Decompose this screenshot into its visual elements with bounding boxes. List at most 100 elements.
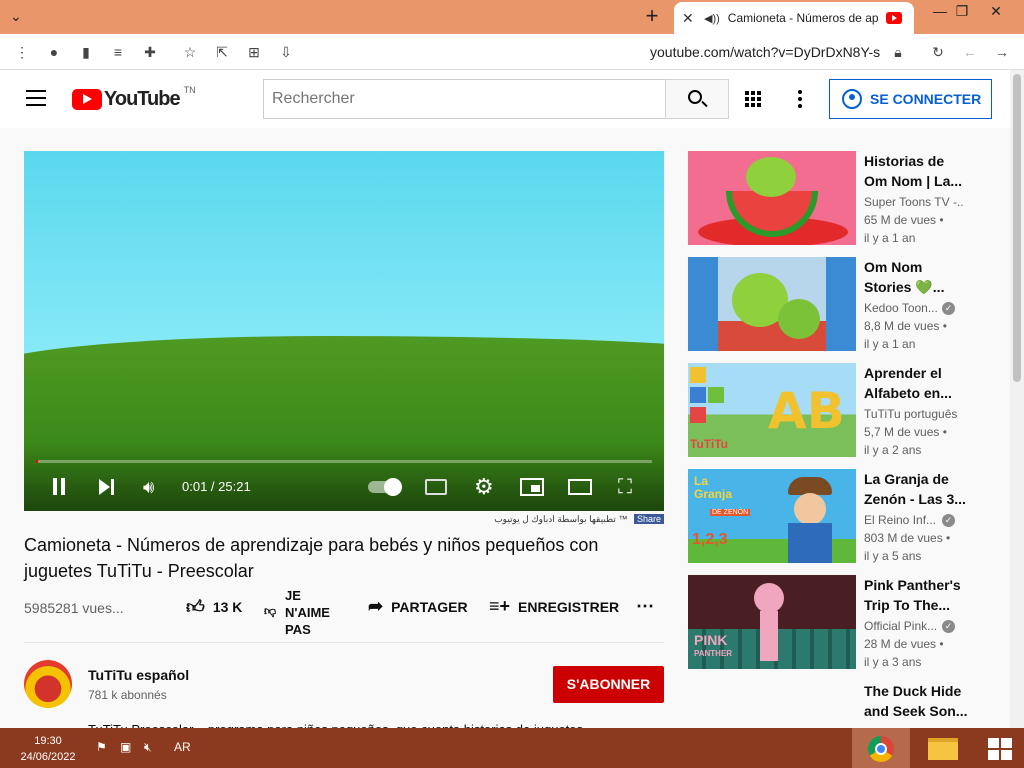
volume-icon[interactable]: 🔊︎: [143, 476, 154, 498]
recommendation-item[interactable]: The Duck Hide and Seek Son...: [688, 681, 1008, 728]
install-app-icon[interactable]: ⇩: [276, 42, 296, 62]
settings-more-icon[interactable]: [798, 90, 802, 108]
youtube-logo[interactable]: YouTube TN: [72, 84, 196, 111]
recommendation-item[interactable]: Om Nom Stories 💚... Kedoo Toon... ✓ 8,8 …: [688, 257, 1008, 353]
subscribe-button[interactable]: S'ABONNER: [553, 666, 664, 703]
share-button[interactable]: ➦ PARTAGER: [368, 596, 468, 617]
recommendation-channel[interactable]: TuTiTu português: [864, 407, 964, 421]
thumb-granja-line2: Granja: [694, 487, 733, 501]
input-language[interactable]: AR: [174, 740, 191, 754]
browser-menu-icon[interactable]: ⋮: [12, 42, 32, 62]
hamburger-menu-icon[interactable]: [26, 90, 46, 106]
browser-tab-active[interactable]: ✕ ◀)) Camioneta - Números de ap: [674, 2, 914, 34]
youtube-play-icon: [72, 89, 102, 110]
like-button[interactable]: 👍︎ 13 K: [186, 596, 242, 618]
video-thumbnail[interactable]: [688, 257, 856, 351]
fullscreen-icon[interactable]: ⛶: [618, 476, 632, 498]
lock-icon[interactable]: 🔒︎: [888, 42, 908, 62]
recommendation-title[interactable]: Aprender el Alfabeto en...: [864, 363, 969, 403]
search-button[interactable]: [665, 79, 729, 119]
clock-time: 19:30: [34, 735, 62, 747]
recommendation-title[interactable]: Historias de Om Nom | La...: [864, 151, 969, 191]
settings-gear-icon[interactable]: ⚙: [474, 476, 494, 498]
action-center-icon[interactable]: ⚑: [96, 740, 107, 754]
recommendation-age: il y a 2 ans: [864, 443, 922, 457]
tab-close-icon[interactable]: ✕: [682, 10, 696, 27]
forward-icon[interactable]: →: [992, 42, 1012, 62]
network-icon[interactable]: ▣: [120, 740, 131, 754]
translate-icon[interactable]: ⊞: [244, 42, 264, 62]
video-thumbnail[interactable]: AB TuTiTu: [688, 363, 856, 457]
taskbar-chrome-button[interactable]: [852, 728, 910, 768]
maximize-button[interactable]: ❐: [946, 0, 978, 34]
subscriber-count: 781 k abonnés: [88, 688, 167, 702]
recommendation-item[interactable]: La Granja DE ZENÓN 1,2,3 La Granja de Ze…: [688, 469, 1008, 565]
recommendation-age: il y a 1 an: [864, 337, 916, 351]
more-actions-icon[interactable]: ⋯: [636, 596, 654, 617]
recommendation-channel[interactable]: Super Toons TV -...: [864, 195, 964, 209]
reading-list-icon[interactable]: ≡: [108, 42, 128, 62]
recommendation-title[interactable]: Om Nom Stories 💚...: [864, 257, 969, 297]
page-scrollbar[interactable]: [1010, 70, 1024, 728]
recommendation-item[interactable]: PINK PANTHER Pink Panther's Trip To The.…: [688, 575, 1008, 671]
recommendation-views: 803 M de vues •: [864, 531, 951, 545]
taskbar-file-explorer-button[interactable]: [914, 728, 972, 768]
search-icon: [688, 90, 702, 104]
account-icon: [842, 89, 862, 109]
theater-mode-icon[interactable]: [568, 479, 592, 495]
scrollbar-thumb[interactable]: [1013, 74, 1021, 382]
autoplay-toggle[interactable]: [368, 478, 402, 496]
add-to-playlist-icon: ≡+: [489, 596, 511, 616]
recommendation-title[interactable]: La Granja de Zenón - Las 3...: [864, 469, 969, 509]
recommendation-title[interactable]: Pink Panther's Trip To The...: [864, 575, 969, 615]
save-button[interactable]: ≡+ ENREGISTRER: [489, 596, 619, 617]
like-count: 13 K: [212, 599, 243, 615]
extensions-icon[interactable]: ✚: [140, 42, 160, 62]
video-player[interactable]: 🔊︎ 0:01 / 25:21 ⚙ ⛶: [24, 151, 664, 511]
apps-grid-icon[interactable]: [745, 91, 761, 107]
volume-muted-icon[interactable]: 🔇︎: [144, 740, 152, 755]
back-icon[interactable]: ←: [960, 42, 980, 62]
bookmark-star-icon[interactable]: ☆: [180, 42, 200, 62]
video-thumbnail[interactable]: La Granja DE ZENÓN 1,2,3: [688, 469, 856, 563]
thumb-pink-line1: PINK: [694, 632, 728, 648]
recommendation-title[interactable]: The Duck Hide and Seek Son...: [864, 681, 969, 721]
chrome-icon: [868, 736, 894, 762]
progress-bar[interactable]: [36, 460, 652, 463]
thumb-pink-line2: PANTHER: [694, 649, 733, 658]
video-thumbnail[interactable]: [688, 151, 856, 245]
recommendation-item[interactable]: Historias de Om Nom | La... Super Toons …: [688, 151, 1008, 247]
new-tab-button[interactable]: +: [640, 4, 664, 28]
sign-in-button[interactable]: SE CONNECTER: [829, 79, 992, 119]
channel-avatar[interactable]: [24, 660, 72, 708]
video-thumbnail[interactable]: PINK PANTHER: [688, 575, 856, 669]
reload-icon[interactable]: ↻: [928, 42, 948, 62]
view-count[interactable]: 5985281 vues...: [24, 600, 124, 616]
recommendation-views: 65 M de vues •: [864, 213, 944, 227]
verified-badge-icon: ✓: [942, 302, 955, 315]
video-thumbnail[interactable]: [688, 681, 856, 728]
thumbs-up-icon: 👍︎: [186, 597, 205, 617]
subtitles-icon[interactable]: [425, 479, 447, 495]
share-page-icon[interactable]: ⇱: [212, 42, 232, 62]
windows-start-icon[interactable]: [988, 738, 1012, 760]
miniplayer-icon[interactable]: [520, 478, 544, 496]
extension-text: تطبيقها بواسطة ادباوك ل يوتيوب ™: [494, 514, 628, 524]
thumb-granja-num: 1,2,3: [692, 531, 728, 548]
address-bar[interactable]: youtube.com/watch?v=DyDrDxN8Y-s: [640, 40, 910, 64]
thumbs-down-icon[interactable]: 👎︎: [264, 604, 276, 619]
extension-share-button[interactable]: Share: [633, 514, 664, 524]
close-window-button[interactable]: ✕: [980, 0, 1012, 34]
system-clock[interactable]: 19:30 24/06/2022: [10, 733, 86, 765]
pause-icon[interactable]: [51, 476, 67, 498]
profile-icon[interactable]: ●: [44, 42, 64, 62]
channel-name[interactable]: TuTiTu español: [88, 667, 189, 683]
sidebar-icon[interactable]: ▮: [76, 42, 96, 62]
search-input[interactable]: [263, 79, 666, 119]
tab-search-chevron-icon[interactable]: ⌄: [10, 8, 34, 26]
recommendation-item[interactable]: AB TuTiTu Aprender el Alfabeto en... TuT…: [688, 363, 1008, 459]
save-label: ENREGISTRER: [518, 598, 620, 615]
next-video-icon[interactable]: [97, 476, 117, 498]
country-code: TN: [183, 84, 196, 95]
dislike-button[interactable]: JE N'AIME PAS: [285, 587, 345, 638]
